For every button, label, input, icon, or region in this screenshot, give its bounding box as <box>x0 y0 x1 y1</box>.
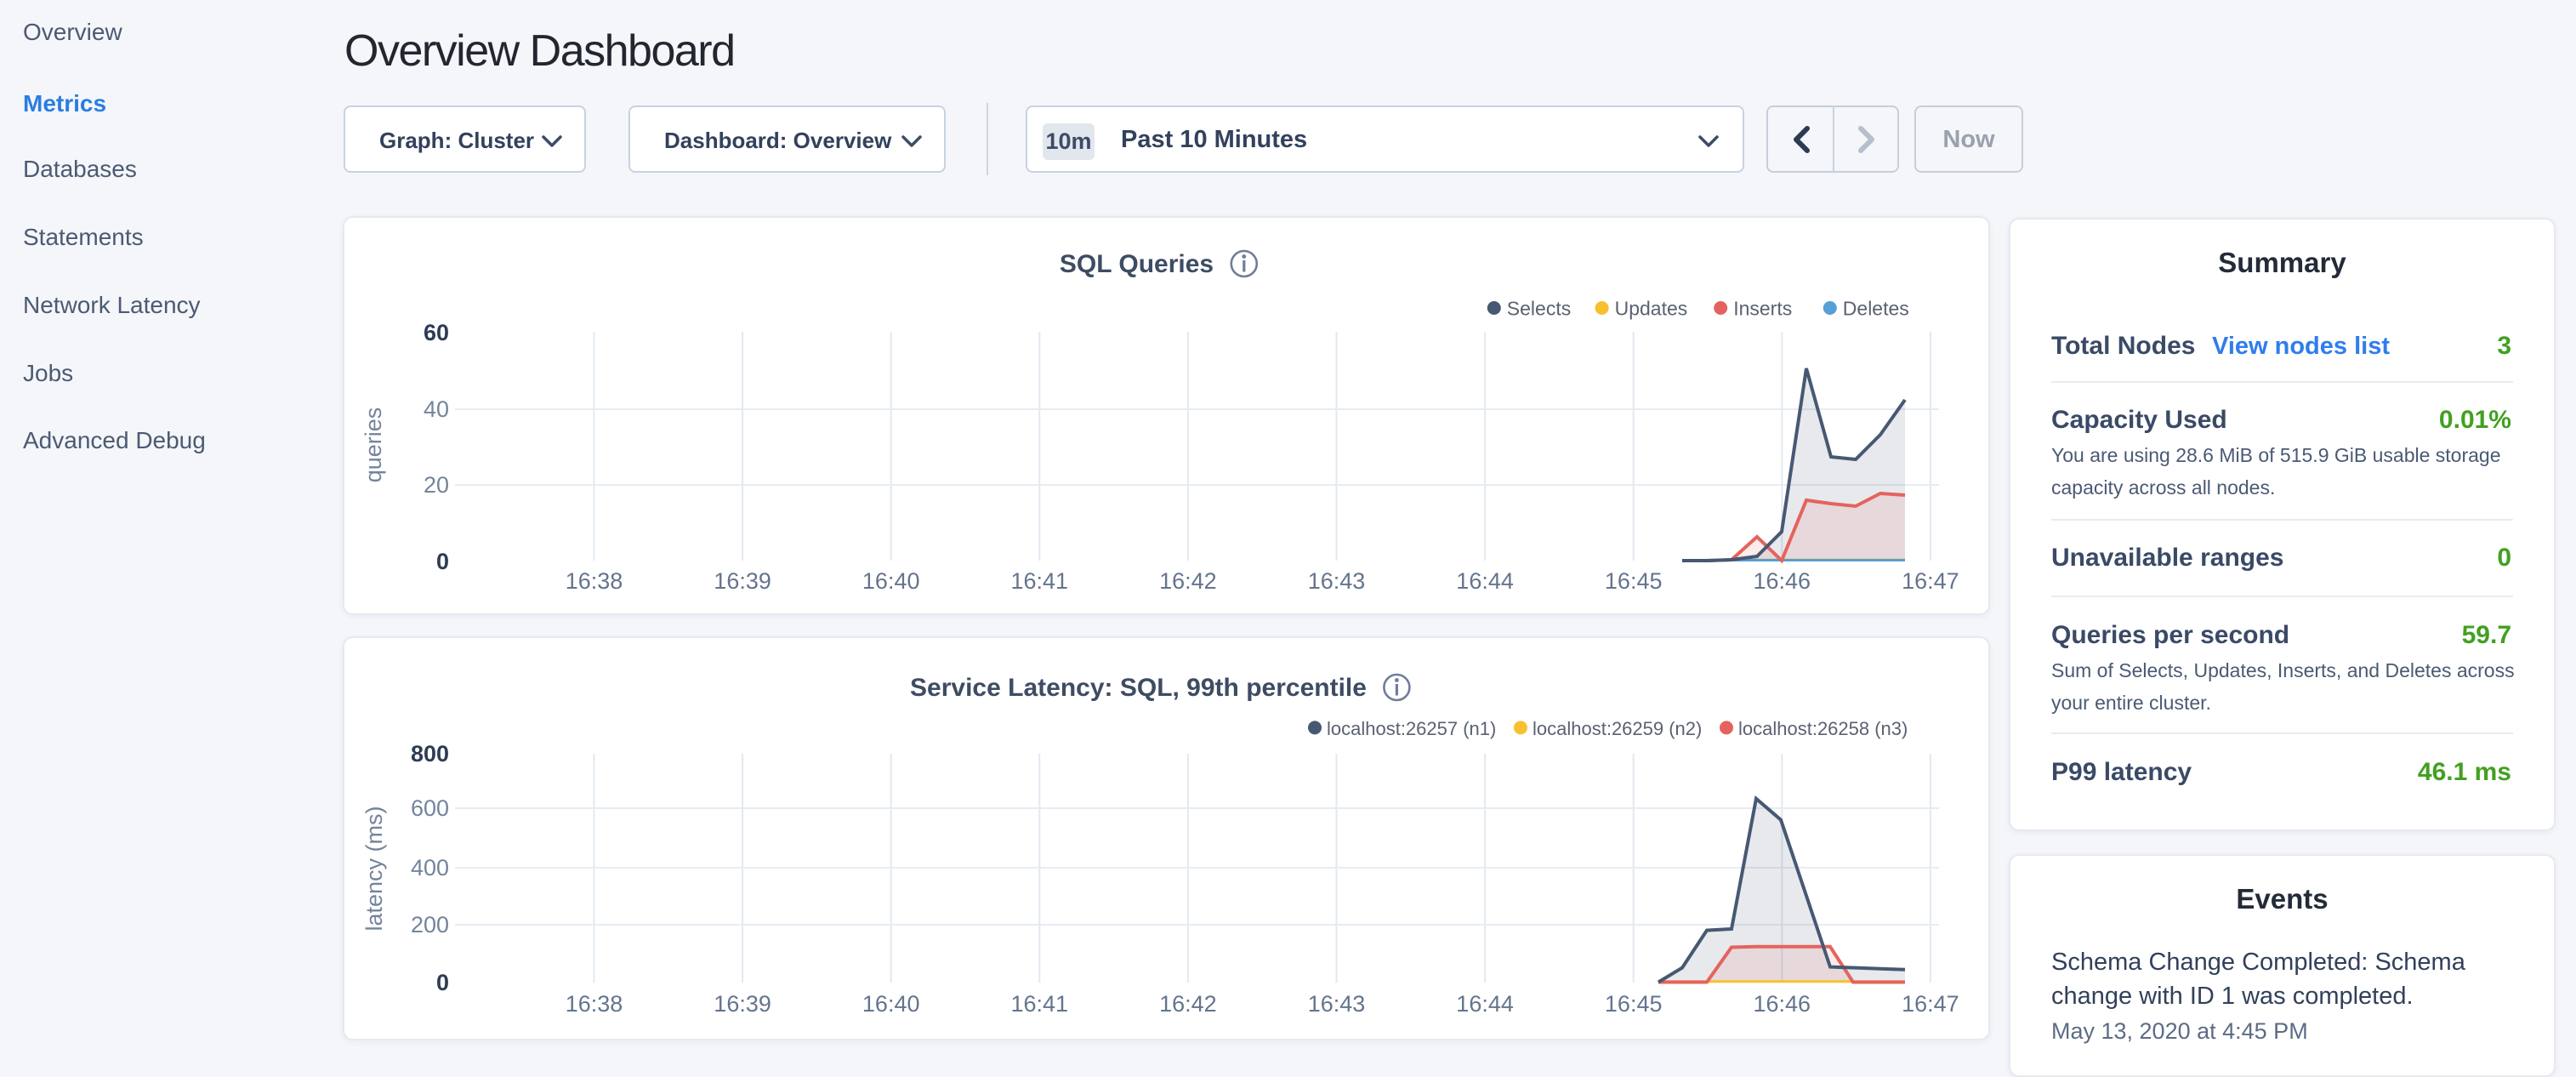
svg-text:16:42: 16:42 <box>1159 568 1217 594</box>
svg-text:400: 400 <box>411 855 449 880</box>
svg-text:Inserts: Inserts <box>1733 298 1792 320</box>
svg-text:60: 60 <box>424 320 449 345</box>
svg-text:16:39: 16:39 <box>714 568 771 594</box>
svg-text:16:43: 16:43 <box>1308 568 1366 594</box>
svg-text:16:41: 16:41 <box>1011 991 1069 1017</box>
svg-text:40: 40 <box>424 396 449 422</box>
svg-text:16:40: 16:40 <box>862 568 920 594</box>
svg-text:localhost:26259 (n2): localhost:26259 (n2) <box>1533 718 1702 739</box>
svg-text:Deletes: Deletes <box>1843 298 1909 320</box>
svg-text:Service Latency: SQL, 99th per: Service Latency: SQL, 99th percentile <box>910 674 1367 702</box>
svg-text:16:47: 16:47 <box>1902 991 1959 1017</box>
svg-text:0: 0 <box>436 970 449 995</box>
svg-text:16:43: 16:43 <box>1308 991 1366 1017</box>
svg-text:latency (ms): latency (ms) <box>361 806 387 931</box>
svg-text:16:46: 16:46 <box>1754 991 1811 1017</box>
svg-text:16:39: 16:39 <box>714 991 771 1017</box>
svg-text:16:45: 16:45 <box>1605 568 1663 594</box>
svg-text:Selects: Selects <box>1507 298 1571 320</box>
svg-text:16:41: 16:41 <box>1011 568 1069 594</box>
svg-text:localhost:26258 (n3): localhost:26258 (n3) <box>1738 718 1908 739</box>
svg-text:16:44: 16:44 <box>1456 991 1514 1017</box>
svg-text:0: 0 <box>436 549 449 574</box>
svg-text:queries: queries <box>361 407 386 483</box>
svg-text:600: 600 <box>411 795 449 821</box>
svg-text:16:38: 16:38 <box>566 568 623 594</box>
svg-text:16:42: 16:42 <box>1159 991 1217 1017</box>
svg-text:16:40: 16:40 <box>862 991 920 1017</box>
svg-text:16:44: 16:44 <box>1456 568 1514 594</box>
svg-text:16:38: 16:38 <box>566 991 623 1017</box>
svg-text:SQL Queries: SQL Queries <box>1060 250 1214 278</box>
svg-text:16:45: 16:45 <box>1605 991 1663 1017</box>
svg-text:16:46: 16:46 <box>1754 568 1811 594</box>
svg-text:800: 800 <box>411 741 449 766</box>
svg-text:16:47: 16:47 <box>1902 568 1959 594</box>
svg-text:20: 20 <box>424 472 449 498</box>
svg-text:200: 200 <box>411 912 449 937</box>
svg-text:Updates: Updates <box>1615 298 1688 320</box>
svg-text:localhost:26257 (n1): localhost:26257 (n1) <box>1327 718 1496 739</box>
